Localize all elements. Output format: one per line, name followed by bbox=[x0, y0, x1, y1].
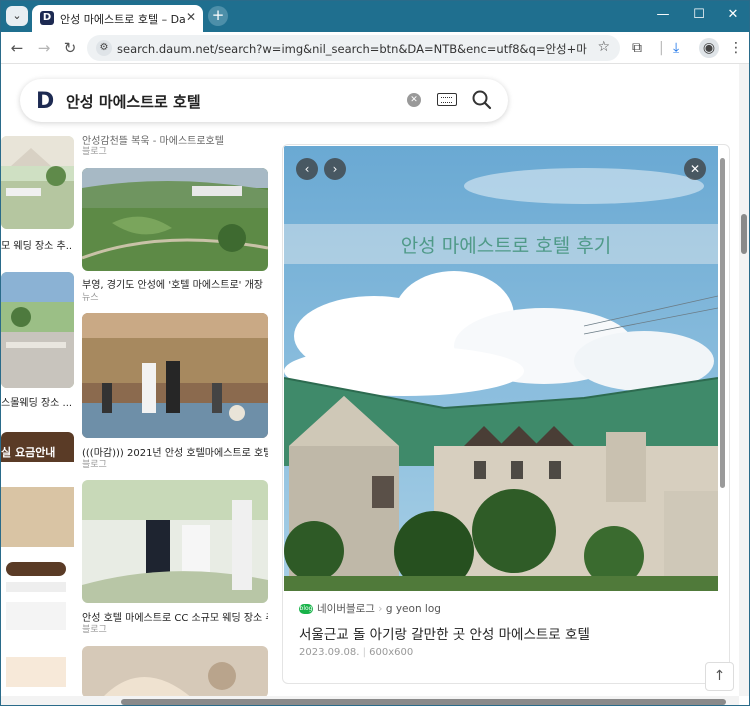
viewer-title[interactable]: 서울근교 돌 아기랑 갈만한 곳 안성 마에스트로 호텔 bbox=[299, 623, 590, 643]
window-close-icon[interactable]: ✕ bbox=[722, 7, 744, 22]
result-caption[interactable]: 부영, 경기도 안성에 '호텔 마에스트로' 개장 bbox=[82, 276, 268, 291]
prev-image-icon[interactable]: ‹ bbox=[296, 158, 318, 180]
browser-toolbar: ← → ↻ ⚙ search.daum.net/search?w=img&nil… bbox=[1, 32, 749, 64]
toolbar-divider: | bbox=[659, 40, 664, 56]
result-source: 블로그 bbox=[82, 147, 107, 157]
page-content: D 안성 마에스트로 호텔 ✕ 모 웨딩 장소 추... 스몰웨딩 장소 ...… bbox=[1, 64, 749, 705]
result-thumbnail[interactable] bbox=[1, 136, 74, 229]
viewer-source[interactable]: blog 네이버블로그 › g yeon log bbox=[299, 601, 441, 616]
source-author[interactable]: g yeon log bbox=[386, 603, 441, 615]
result-source: 블로그 bbox=[82, 625, 107, 635]
source-name[interactable]: 네이버블로그 bbox=[317, 603, 375, 615]
result-thumbnail[interactable] bbox=[1, 272, 74, 388]
reload-icon[interactable]: ↻ bbox=[60, 39, 80, 57]
daum-logo[interactable]: D bbox=[36, 89, 54, 114]
tab-title: 안성 마에스트로 호텔 – Daum 검 bbox=[60, 13, 185, 26]
back-icon[interactable]: ← bbox=[7, 39, 27, 57]
result-thumbnail[interactable] bbox=[82, 480, 268, 603]
url-text: search.daum.net/search?w=img&nil_search=… bbox=[117, 42, 587, 56]
browser-window: ⌄ D 안성 마에스트로 호텔 – Daum 검 ✕ + — ☐ ✕ ← → ↻… bbox=[0, 0, 750, 706]
image-size: 600x600 bbox=[369, 647, 414, 658]
result-caption: 실 요금안내 bbox=[1, 446, 56, 459]
viewer-scrollbar[interactable] bbox=[720, 158, 725, 488]
new-tab-button[interactable]: + bbox=[208, 6, 228, 26]
download-icon[interactable]: ⤓ bbox=[673, 40, 679, 56]
result-caption[interactable]: 안성감천뜰 복욱 - 마에스트로호텔 bbox=[82, 132, 267, 147]
viewer-info: 2023.09.08. | 600x600 bbox=[299, 647, 414, 658]
close-viewer-icon[interactable]: ✕ bbox=[684, 158, 706, 180]
page-horizontal-scrollbar[interactable] bbox=[1, 696, 739, 705]
clear-search-icon[interactable]: ✕ bbox=[407, 93, 421, 107]
address-bar[interactable]: ⚙ search.daum.net/search?w=img&nil_searc… bbox=[87, 35, 620, 61]
extensions-icon[interactable]: ⧉ bbox=[632, 40, 642, 56]
search-box[interactable]: D 안성 마에스트로 호텔 ✕ bbox=[20, 79, 508, 122]
post-date: 2023.09.08. bbox=[299, 647, 360, 658]
tab-strip: ⌄ D 안성 마에스트로 호텔 – Daum 검 ✕ + — ☐ ✕ bbox=[1, 1, 749, 32]
vertical-scroll-thumb[interactable] bbox=[741, 214, 747, 254]
search-icon[interactable] bbox=[471, 89, 493, 111]
result-thumbnail[interactable] bbox=[82, 313, 268, 438]
site-info-icon[interactable]: ⚙ bbox=[96, 40, 112, 56]
next-image-icon[interactable]: › bbox=[324, 158, 346, 180]
blog-badge-icon: blog bbox=[299, 604, 313, 614]
horizontal-scroll-thumb[interactable] bbox=[121, 699, 726, 705]
result-caption[interactable]: 안성 호텔 마에스트로 CC 소규모 웨딩 장소 추... bbox=[82, 609, 268, 624]
page-vertical-scrollbar[interactable] bbox=[739, 64, 749, 696]
profile-avatar-icon[interactable]: ◉ bbox=[699, 38, 719, 58]
daum-favicon-icon: D bbox=[40, 11, 54, 25]
tab-search-menu[interactable]: ⌄ bbox=[6, 6, 28, 26]
minimize-icon[interactable]: — bbox=[652, 7, 674, 22]
active-tab[interactable]: D 안성 마에스트로 호텔 – Daum 검 ✕ bbox=[32, 5, 203, 32]
viewer-photo[interactable]: 안성 마에스트로 호텔 후기 ‹ › ✕ bbox=[284, 146, 718, 591]
result-source: 뉴스 bbox=[82, 293, 99, 303]
tab-close-icon[interactable]: ✕ bbox=[186, 10, 196, 24]
forward-icon[interactable]: → bbox=[34, 39, 54, 57]
result-source: 블로그 bbox=[82, 460, 107, 470]
maximize-icon[interactable]: ☐ bbox=[688, 7, 710, 22]
search-input[interactable]: 안성 마에스트로 호텔 bbox=[66, 91, 201, 112]
result-caption[interactable]: 모 웨딩 장소 추... bbox=[1, 237, 73, 252]
result-thumbnail[interactable] bbox=[82, 646, 268, 698]
result-caption[interactable]: (((마감))) 2021년 안성 호텔마에스트로 호텔웨... bbox=[82, 444, 268, 459]
result-thumbnail[interactable] bbox=[82, 168, 268, 271]
overlay-caption: 안성 마에스트로 호텔 후기 bbox=[401, 235, 611, 257]
menu-kebab-icon[interactable]: ⋮ bbox=[729, 40, 743, 56]
result-caption[interactable]: 스몰웨딩 장소 ... bbox=[1, 394, 73, 409]
result-thumbnail[interactable] bbox=[1, 432, 74, 697]
keyboard-icon[interactable] bbox=[437, 93, 457, 106]
bookmark-star-icon[interactable]: ☆ bbox=[597, 39, 610, 55]
scroll-to-top-button[interactable]: ↑ bbox=[705, 662, 734, 691]
image-viewer: 안성 마에스트로 호텔 후기 ‹ › ✕ blog 네이버블로그 › g yeon… bbox=[282, 144, 730, 684]
